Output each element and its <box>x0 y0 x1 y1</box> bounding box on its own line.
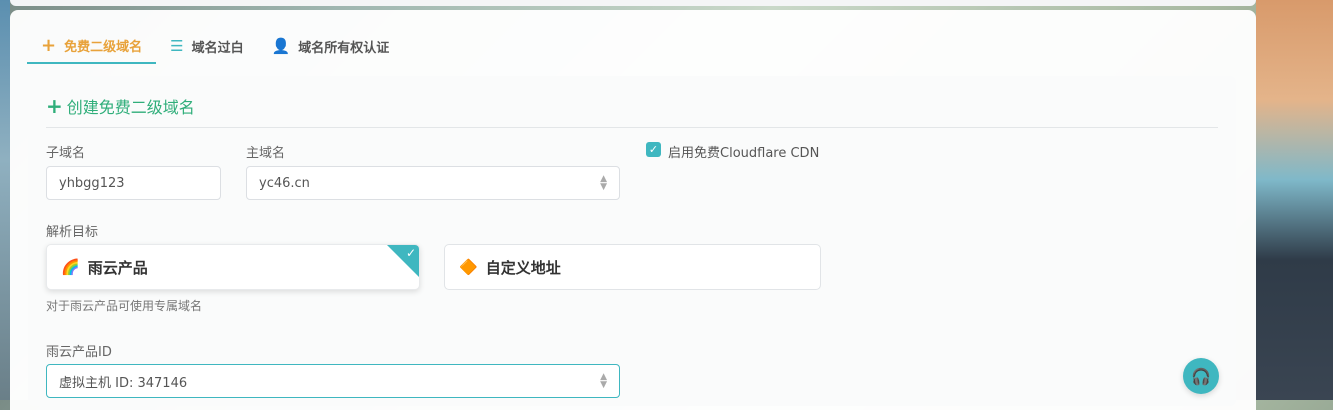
main-domain-select[interactable]: yc46.cn ▲ ▼ <box>246 166 620 200</box>
headset-icon: 🎧 <box>1191 366 1211 386</box>
top-panel-edge <box>10 0 1256 6</box>
tab-label: 域名过白 <box>191 40 244 56</box>
background-left <box>0 0 10 400</box>
section-title: + 创建免费二级域名 <box>46 94 195 118</box>
background-right <box>1256 0 1333 400</box>
support-button[interactable]: 🎧 <box>1183 358 1219 394</box>
tab-label: 免费二级域名 <box>64 39 143 55</box>
target-label: 解析目标 <box>46 225 99 240</box>
product-id-label: 雨云产品ID <box>46 345 112 360</box>
plus-icon: + <box>41 34 57 56</box>
tab-bar: + 免费二级域名 ☰ 域名过白 👤 域名所有权认证 <box>27 28 403 64</box>
option-label: 自定义地址 <box>485 258 561 277</box>
main-domain-label: 主域名 <box>246 146 286 161</box>
section-title-text: 创建免费二级域名 <box>66 98 195 117</box>
product-id-value: 虚拟主机 ID: 347146 <box>59 375 188 391</box>
cdn-checkbox[interactable]: ✓ <box>646 142 661 157</box>
user-icon: 👤 <box>271 37 291 55</box>
target-option-rainyun[interactable]: 🌈 雨云产品 ✓ <box>46 244 420 290</box>
custom-icon: 🔶 <box>459 258 478 276</box>
main-domain-value: yc46.cn <box>259 175 310 191</box>
option-label: 雨云产品 <box>87 258 148 277</box>
cdn-label: 启用免费Cloudflare CDN <box>668 146 820 161</box>
select-arrows-icon: ▲ ▼ <box>600 372 607 390</box>
form-panel <box>28 76 1236 406</box>
list-icon: ☰ <box>170 37 184 55</box>
plus-icon: + <box>46 94 63 118</box>
rainbow-icon: 🌈 <box>61 258 80 276</box>
select-arrows-icon: ▲ ▼ <box>600 174 607 192</box>
check-icon: ✓ <box>405 246 416 260</box>
tab-free-subdomain[interactable]: + 免费二级域名 <box>27 28 157 64</box>
tab-label: 域名所有权认证 <box>298 40 390 56</box>
target-hint: 对于雨云产品可使用专属域名 <box>46 299 203 313</box>
subdomain-input[interactable]: yhbgg123 <box>46 166 221 200</box>
subdomain-value: yhbgg123 <box>59 175 125 191</box>
product-id-select[interactable]: 虚拟主机 ID: 347146 ▲ ▼ <box>46 364 620 398</box>
tab-domain-whitelist[interactable]: ☰ 域名过白 <box>156 28 257 64</box>
divider <box>46 127 1218 128</box>
target-option-custom[interactable]: 🔶 自定义地址 <box>444 244 821 290</box>
tab-domain-ownership[interactable]: 👤 域名所有权认证 <box>258 28 404 64</box>
subdomain-label: 子域名 <box>46 146 86 161</box>
